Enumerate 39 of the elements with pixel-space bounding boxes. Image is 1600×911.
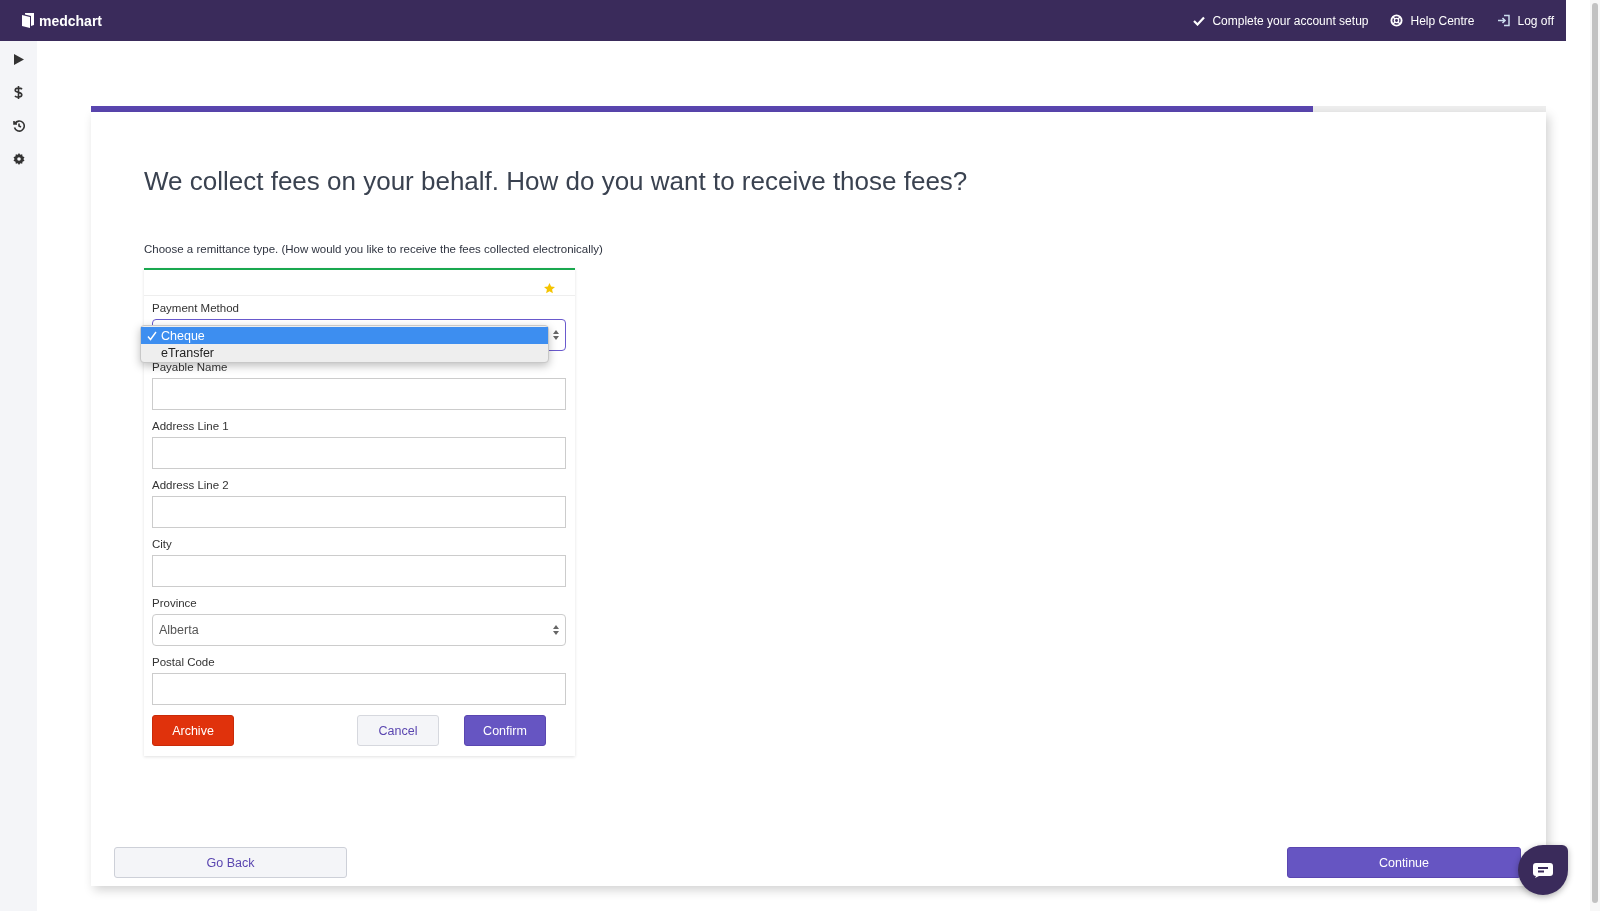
brand-name: medchart xyxy=(39,12,103,29)
action-button[interactable]: Confirm xyxy=(464,715,546,746)
go-back-button[interactable]: Go Back xyxy=(114,847,347,878)
input-field[interactable] xyxy=(152,673,566,705)
dropdown-option[interactable]: eTransfer xyxy=(141,344,548,361)
field-label: Postal Code xyxy=(152,656,216,670)
field-label: Address Line 1 xyxy=(152,420,230,434)
action-button[interactable]: Archive xyxy=(152,715,234,746)
history-icon[interactable] xyxy=(12,119,25,132)
input-field[interactable] xyxy=(152,555,566,587)
field-label: Payable Name xyxy=(152,361,229,375)
stepper-arrows-icon xyxy=(553,625,559,635)
continue-button[interactable]: Continue xyxy=(1287,847,1521,878)
header-link[interactable]: Help Centre xyxy=(1390,13,1475,28)
play-icon[interactable] xyxy=(13,54,24,65)
instruction-text: Choose a remittance type. (How would you like to receive the fees collected electronically) xyxy=(144,243,604,255)
checkmark-icon xyxy=(147,330,157,341)
dollar-icon[interactable] xyxy=(14,86,23,99)
header-link[interactable]: Log off xyxy=(1496,13,1554,28)
page-heading: We collect fees on your behalf. How do you want to receive those fees? xyxy=(144,166,969,197)
settings-icon[interactable] xyxy=(12,152,25,165)
field-label: Payment Method xyxy=(152,302,240,316)
input-field[interactable] xyxy=(152,437,566,469)
header-link[interactable]: Complete your account setup xyxy=(1193,13,1369,28)
input-field[interactable] xyxy=(152,496,566,528)
help-icon xyxy=(1390,14,1404,27)
check-icon xyxy=(1193,15,1206,26)
logout-icon xyxy=(1496,14,1511,27)
field-label: City xyxy=(152,538,173,552)
select-field[interactable]: Alberta xyxy=(152,614,566,646)
field-label: Address Line 2 xyxy=(152,479,230,493)
star-icon xyxy=(544,283,555,294)
input-field[interactable] xyxy=(152,378,566,410)
logo-icon xyxy=(22,13,34,28)
field-label: Province xyxy=(152,597,198,611)
action-button[interactable]: Cancel xyxy=(357,715,439,746)
chat-button[interactable] xyxy=(1518,845,1568,895)
stepper-arrows-icon xyxy=(553,330,559,340)
chat-icon xyxy=(1533,862,1553,878)
